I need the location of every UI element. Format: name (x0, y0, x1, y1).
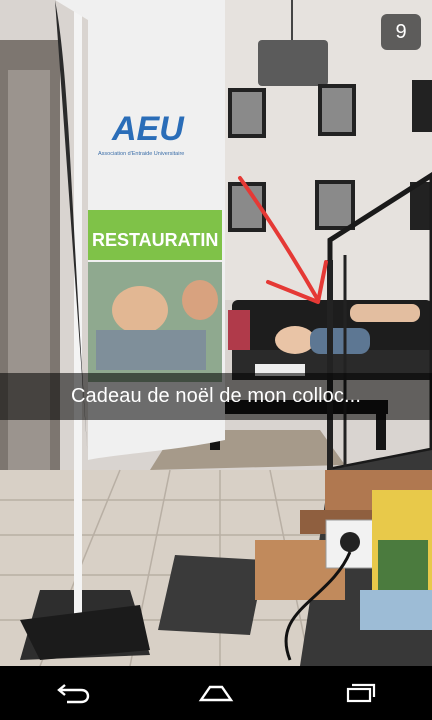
snap-timer-value: 9 (395, 20, 407, 43)
banner-logo-text: AEU (111, 110, 185, 148)
recent-apps-button[interactable] (330, 673, 390, 713)
snap-caption-bar: Cadeau de noël de mon colloc... (0, 373, 432, 420)
back-button[interactable] (42, 673, 102, 713)
photo-scene: AEU Association d'Entraide Universitaire… (0, 0, 432, 666)
home-button[interactable] (186, 673, 246, 713)
recent-apps-icon (346, 683, 376, 703)
snap-photo: AEU Association d'Entraide Universitaire… (0, 0, 432, 666)
banner-org-text: Association d'Entraide Universitaire (98, 151, 184, 157)
snap-caption-text: Cadeau de noël de mon colloc... (71, 385, 361, 407)
home-icon (198, 685, 234, 702)
banner-strip-text: RESTAURATIN (92, 230, 218, 250)
android-nav-bar (0, 666, 432, 720)
back-icon (57, 684, 90, 704)
snap-timer-badge: 9 (381, 14, 421, 50)
